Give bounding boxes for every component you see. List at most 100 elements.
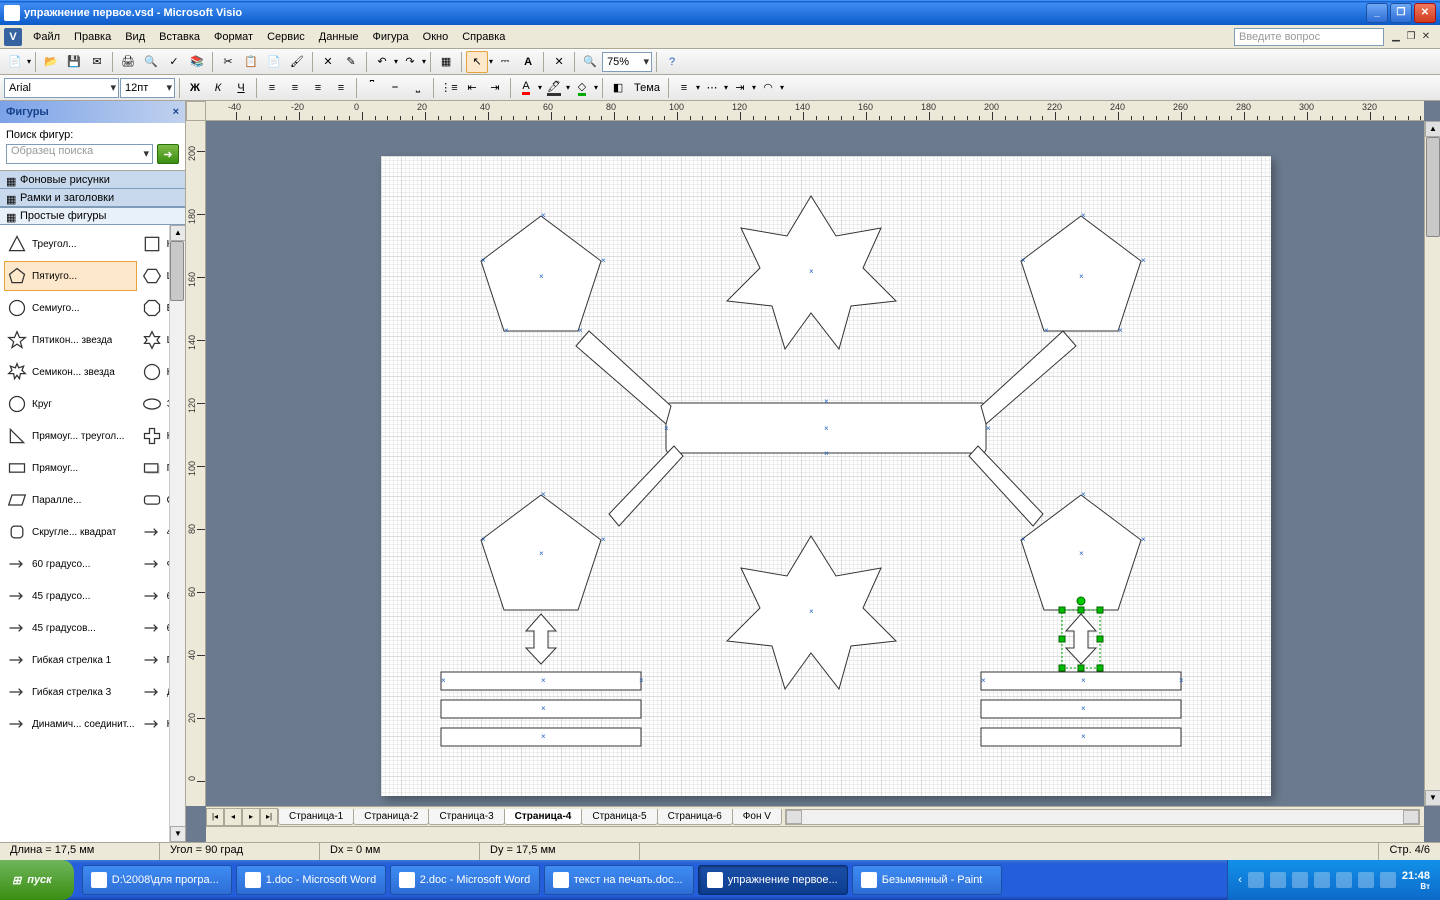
stencil-bar[interactable]: ▦Рамки и заголовки [0, 189, 185, 207]
print-button[interactable]: 🖨 [117, 51, 139, 73]
pencil-button[interactable]: ✎ [340, 51, 362, 73]
drawing-viewport[interactable]: ×××××× ×××××× × ××××× ×××× [206, 121, 1424, 806]
horizontal-ruler[interactable]: -40-200204060801001201401601802002202402… [206, 101, 1424, 121]
indent-left-button[interactable]: ⇤ [461, 77, 483, 99]
fill-color-button[interactable]: ◇ [571, 77, 593, 99]
format-painter-button[interactable]: 🖌 [286, 51, 308, 73]
shapes-search-input[interactable]: Образец поиска [6, 144, 153, 164]
line-pattern-button[interactable]: ⋯ [701, 77, 723, 99]
next-page-button[interactable]: ▸ [242, 808, 260, 826]
mdi-minimize[interactable]: ▁ [1390, 31, 1402, 43]
line-weight-button[interactable]: ≡ [673, 77, 695, 99]
last-page-button[interactable]: ▸| [260, 808, 278, 826]
shape-item[interactable]: Семиуго... [4, 293, 137, 323]
undo-button[interactable]: ↶ [371, 51, 393, 73]
shape-item[interactable]: Прямоуг... [4, 453, 137, 483]
new-doc-button[interactable]: 📄 [4, 51, 26, 73]
page-tab-scrollbar[interactable] [785, 809, 1420, 825]
shape-item[interactable]: 45 градусов... [4, 613, 137, 643]
connector-tool-button[interactable]: ⎓ [494, 51, 516, 73]
scroll-up-icon[interactable]: ▲ [170, 225, 185, 241]
indent-right-button[interactable]: ⇥ [484, 77, 506, 99]
spellcheck-button[interactable]: ✓ [163, 51, 185, 73]
page-tab[interactable]: Страница-6 [657, 809, 733, 825]
menu-window[interactable]: Окно [416, 28, 456, 46]
shapes-search-button[interactable]: ➜ [157, 144, 179, 164]
shapes-scroll[interactable]: ▲ ▼ [169, 225, 185, 842]
connection-point-button[interactable]: ✕ [548, 51, 570, 73]
mdi-restore[interactable]: ❐ [1405, 31, 1417, 43]
font-size-combo[interactable]: 12пт [120, 78, 175, 98]
paste-button[interactable]: 📄 [263, 51, 285, 73]
menu-insert[interactable]: Вставка [152, 28, 207, 46]
tray-icon[interactable] [1380, 872, 1396, 888]
print-preview-button[interactable]: 🔍 [140, 51, 162, 73]
shape-item[interactable]: Прямоуг... треугол... [4, 421, 137, 451]
zoom-in-button[interactable]: 🔍 [579, 51, 601, 73]
tray-icon[interactable] [1248, 872, 1264, 888]
start-button[interactable]: ⊞ пуск [0, 860, 74, 900]
page-tab[interactable]: Страница-4 [504, 809, 583, 825]
shape-item[interactable]: Пятиуго... [4, 261, 137, 291]
open-button[interactable]: 📂 [40, 51, 62, 73]
close-button[interactable]: ✕ [1414, 3, 1436, 23]
page-tab[interactable]: Страница-1 [278, 809, 354, 825]
pointer-tool-button[interactable]: ↖ [466, 51, 488, 73]
valign-top-button[interactable]: ⎴ [361, 77, 383, 99]
shape-item[interactable]: Гибкая стрелка 1 [4, 645, 137, 675]
v-scroll-thumb[interactable] [1426, 137, 1440, 237]
delete-button[interactable]: ✕ [317, 51, 339, 73]
line-ends-button[interactable]: ⇥ [729, 77, 751, 99]
stencil-bar[interactable]: ▦Простые фигуры [0, 207, 185, 225]
font-name-combo[interactable]: Arial [4, 78, 119, 98]
menu-help[interactable]: Справка [455, 28, 512, 46]
shape-item[interactable]: Гибкая стрелка 3 [4, 677, 137, 707]
tray-icon[interactable] [1336, 872, 1352, 888]
line-color-button[interactable]: 🖊 [543, 77, 565, 99]
first-page-button[interactable]: |◂ [206, 808, 224, 826]
shape-item[interactable]: Скругле... квадрат [4, 517, 137, 547]
font-color-button[interactable]: A [515, 77, 537, 99]
zoom-combo[interactable]: 75% [602, 52, 652, 72]
align-left-button[interactable]: ≡ [261, 77, 283, 99]
help-search-box[interactable]: Введите вопрос [1234, 28, 1384, 46]
italic-button[interactable]: К [207, 77, 229, 99]
horizontal-scrollbar[interactable] [206, 826, 1424, 842]
taskbar-task[interactable]: 2.doc - Microsoft Word [390, 865, 540, 895]
visio-menu-icon[interactable]: V [4, 28, 22, 46]
shape-item[interactable]: Паралле... [4, 485, 137, 515]
valign-mid-button[interactable]: ⎯ [384, 77, 406, 99]
minimize-button[interactable]: _ [1366, 3, 1388, 23]
redo-button[interactable]: ↷ [399, 51, 421, 73]
menu-tools[interactable]: Сервис [260, 28, 312, 46]
shape-item[interactable]: Семикон... звезда [4, 357, 137, 387]
taskbar-task[interactable]: Безымянный - Paint [852, 865, 1002, 895]
tray-icon[interactable] [1292, 872, 1308, 888]
theme-label[interactable]: Тема [630, 82, 664, 94]
menu-shape[interactable]: Фигура [366, 28, 416, 46]
bullets-button[interactable]: ⋮≡ [438, 77, 460, 99]
menu-file[interactable]: Файл [26, 28, 67, 46]
menu-data[interactable]: Данные [312, 28, 366, 46]
scroll-down-arrow-icon[interactable]: ▼ [1425, 790, 1440, 806]
scroll-thumb[interactable] [170, 241, 184, 301]
copy-button[interactable]: 📋 [240, 51, 262, 73]
shape-item[interactable]: Треугол... [4, 229, 137, 259]
align-right-button[interactable]: ≡ [307, 77, 329, 99]
tray-icon[interactable] [1314, 872, 1330, 888]
taskbar-task[interactable]: упражнение первое... [698, 865, 848, 895]
shapes-window-button[interactable]: ▦ [435, 51, 457, 73]
shape-item[interactable]: Пятикон... звезда [4, 325, 137, 355]
tray-expand-icon[interactable]: ‹ [1238, 874, 1242, 886]
tray-icon[interactable] [1358, 872, 1374, 888]
taskbar-task[interactable]: 1.doc - Microsoft Word [236, 865, 386, 895]
underline-button[interactable]: Ч [230, 77, 252, 99]
corner-rounding-button[interactable]: ◠ [757, 77, 779, 99]
menu-view[interactable]: Вид [118, 28, 152, 46]
vertical-ruler[interactable]: 200180160140120100806040200-20 [186, 121, 206, 806]
theme-button[interactable]: ◧ [607, 77, 629, 99]
shape-item[interactable]: 45 градусо... [4, 581, 137, 611]
shape-item[interactable]: Динамич... соединит... [4, 709, 137, 739]
page-tab[interactable]: Страница-2 [353, 809, 429, 825]
system-tray[interactable]: ‹ 21:48Вт [1227, 860, 1440, 900]
